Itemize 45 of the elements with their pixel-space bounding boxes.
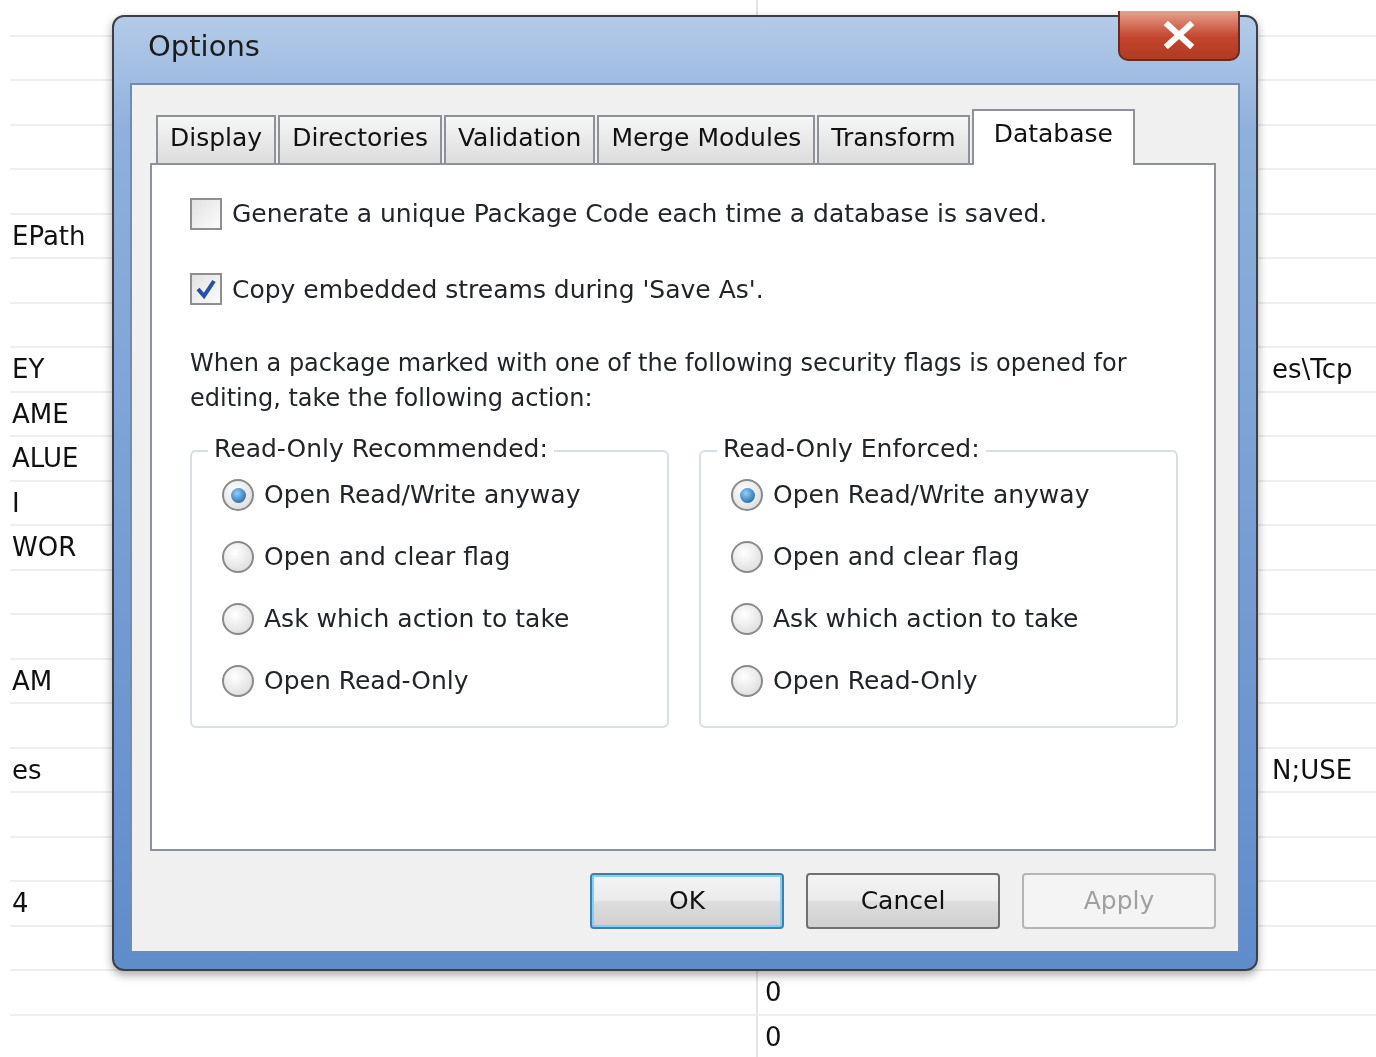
table-cell-text: WOR — [12, 531, 77, 564]
radio-button[interactable] — [731, 541, 763, 573]
table-cell-text: EPath — [12, 219, 86, 253]
radio-label: Ask which action to take — [773, 603, 1079, 636]
tab[interactable]: Database — [971, 109, 1135, 165]
radio-label: Open Read/Write anyway — [773, 479, 1090, 512]
radio-button[interactable] — [222, 479, 254, 511]
radio-button[interactable] — [731, 603, 763, 635]
table-cell-text: 4 — [12, 887, 29, 920]
radio-button[interactable] — [731, 665, 763, 697]
checkbox-label: Generate a unique Package Code each time a database is saved. — [232, 198, 1048, 230]
tab[interactable]: Transform — [817, 115, 970, 163]
tab[interactable]: Merge Modules — [597, 115, 816, 163]
checkbox[interactable] — [190, 197, 222, 230]
radio-label: Open and clear flag — [773, 541, 1020, 574]
tab[interactable]: Validation — [443, 115, 596, 163]
tab[interactable]: Directories — [278, 115, 442, 163]
table-cell-text: es\Tcp — [1272, 353, 1353, 386]
table-cell-text: 0 — [765, 976, 782, 1009]
radio-label: Open Read/Write anyway — [264, 479, 581, 512]
radio-button[interactable] — [731, 479, 763, 511]
radio-label: Open and clear flag — [264, 541, 511, 574]
table-cell-text: AM — [12, 664, 53, 698]
window-title: Options — [147, 28, 260, 66]
table-cell-text: I — [12, 486, 20, 520]
dialog-button[interactable]: OK — [590, 873, 784, 929]
radio-label: Ask which action to take — [264, 603, 570, 636]
radio-button[interactable] — [222, 665, 254, 697]
tab[interactable]: Display — [156, 115, 277, 163]
radio-label: Open Read-Only — [773, 665, 978, 698]
checkbox-label: Copy embedded streams during 'Save As'. — [232, 273, 764, 306]
table-cell-text: 0 — [765, 1020, 782, 1054]
table-cell-text: N;USE — [1272, 753, 1353, 787]
table-cell-text: AME — [12, 397, 69, 431]
dialog-button[interactable]: Cancel — [806, 873, 1000, 929]
radio-button[interactable] — [222, 603, 254, 635]
radio-button[interactable] — [222, 541, 254, 573]
close-icon — [1162, 21, 1196, 49]
description-text: When a package marked with one of the following security flags is opened for editing, take the following action: — [190, 348, 1128, 414]
table-cell-text: es — [12, 753, 42, 787]
table-cell-text: ALUE — [12, 442, 79, 475]
table-cell-text: EY — [12, 353, 45, 386]
checkbox[interactable] — [190, 273, 222, 306]
close-button[interactable] — [1118, 11, 1240, 61]
radio-label: Open Read-Only — [264, 665, 469, 698]
